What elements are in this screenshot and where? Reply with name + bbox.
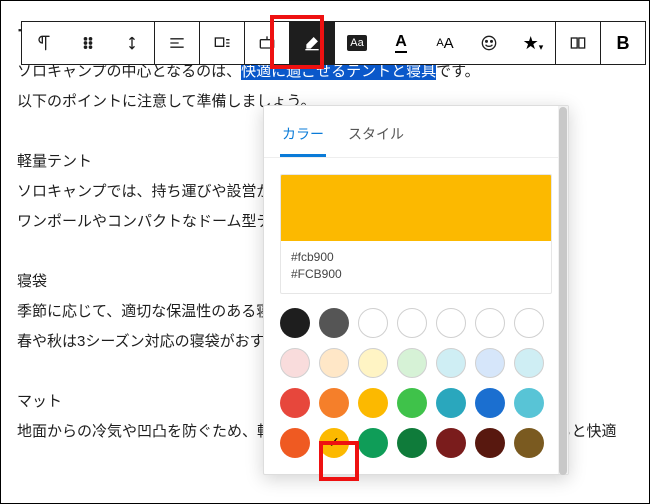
color-swatch[interactable] [436, 388, 466, 418]
color-swatch[interactable] [514, 388, 544, 418]
highlight-button[interactable] [290, 22, 334, 64]
color-swatch[interactable] [436, 428, 466, 458]
color-swatch[interactable] [475, 308, 505, 338]
swatch-grid [264, 302, 568, 474]
color-swatch[interactable] [397, 348, 427, 378]
color-swatch[interactable] [280, 348, 310, 378]
color-swatch[interactable] [514, 428, 544, 458]
color-swatch[interactable] [319, 308, 349, 338]
drag-handle-icon[interactable] [66, 22, 110, 64]
font-size-icon[interactable]: AA [423, 22, 467, 64]
tab-color[interactable]: カラー [280, 120, 326, 157]
color-swatch[interactable] [397, 308, 427, 338]
preview-swatch [281, 175, 551, 241]
paragraph-block-icon[interactable] [22, 22, 66, 64]
color-preview: #fcb900 #FCB900 [280, 174, 552, 294]
tab-style[interactable]: スタイル [346, 120, 406, 157]
emoji-icon[interactable] [467, 22, 511, 64]
hex-value-lower: #fcb900 [291, 249, 541, 266]
color-swatch[interactable] [436, 308, 466, 338]
color-swatch[interactable] [475, 348, 505, 378]
color-swatch[interactable] [397, 428, 427, 458]
image-inline-icon[interactable] [200, 22, 244, 64]
color-swatch[interactable] [397, 388, 427, 418]
color-swatch[interactable] [280, 388, 310, 418]
color-popover: カラー スタイル #fcb900 #FCB900 [263, 105, 569, 475]
bold-button[interactable]: B [601, 22, 645, 64]
color-swatch[interactable] [280, 428, 310, 458]
text-color-icon[interactable]: A [379, 22, 423, 64]
color-swatch[interactable] [280, 308, 310, 338]
selected-text: 快適に過ごせるテントと寝具 [241, 63, 436, 80]
color-swatch[interactable] [319, 348, 349, 378]
color-swatch[interactable] [514, 308, 544, 338]
color-swatch[interactable] [358, 428, 388, 458]
popover-scrollbar[interactable] [558, 106, 568, 474]
color-swatch[interactable] [436, 348, 466, 378]
block-toolbar: Aa A AA ★▾ B [21, 21, 646, 65]
hex-value-upper: #FCB900 [291, 266, 541, 283]
move-arrows-icon[interactable] [110, 22, 154, 64]
align-icon[interactable] [155, 22, 199, 64]
star-icon[interactable]: ★▾ [511, 22, 555, 64]
color-swatch[interactable] [319, 428, 349, 458]
color-swatch[interactable] [319, 388, 349, 418]
text-case-icon[interactable]: Aa [335, 22, 379, 64]
color-swatch[interactable] [475, 388, 505, 418]
columns-icon[interactable] [556, 22, 600, 64]
color-swatch[interactable] [358, 308, 388, 338]
color-swatch[interactable] [514, 348, 544, 378]
color-swatch[interactable] [358, 388, 388, 418]
color-swatch[interactable] [358, 348, 388, 378]
keyboard-icon[interactable] [245, 22, 289, 64]
color-swatch[interactable] [475, 428, 505, 458]
